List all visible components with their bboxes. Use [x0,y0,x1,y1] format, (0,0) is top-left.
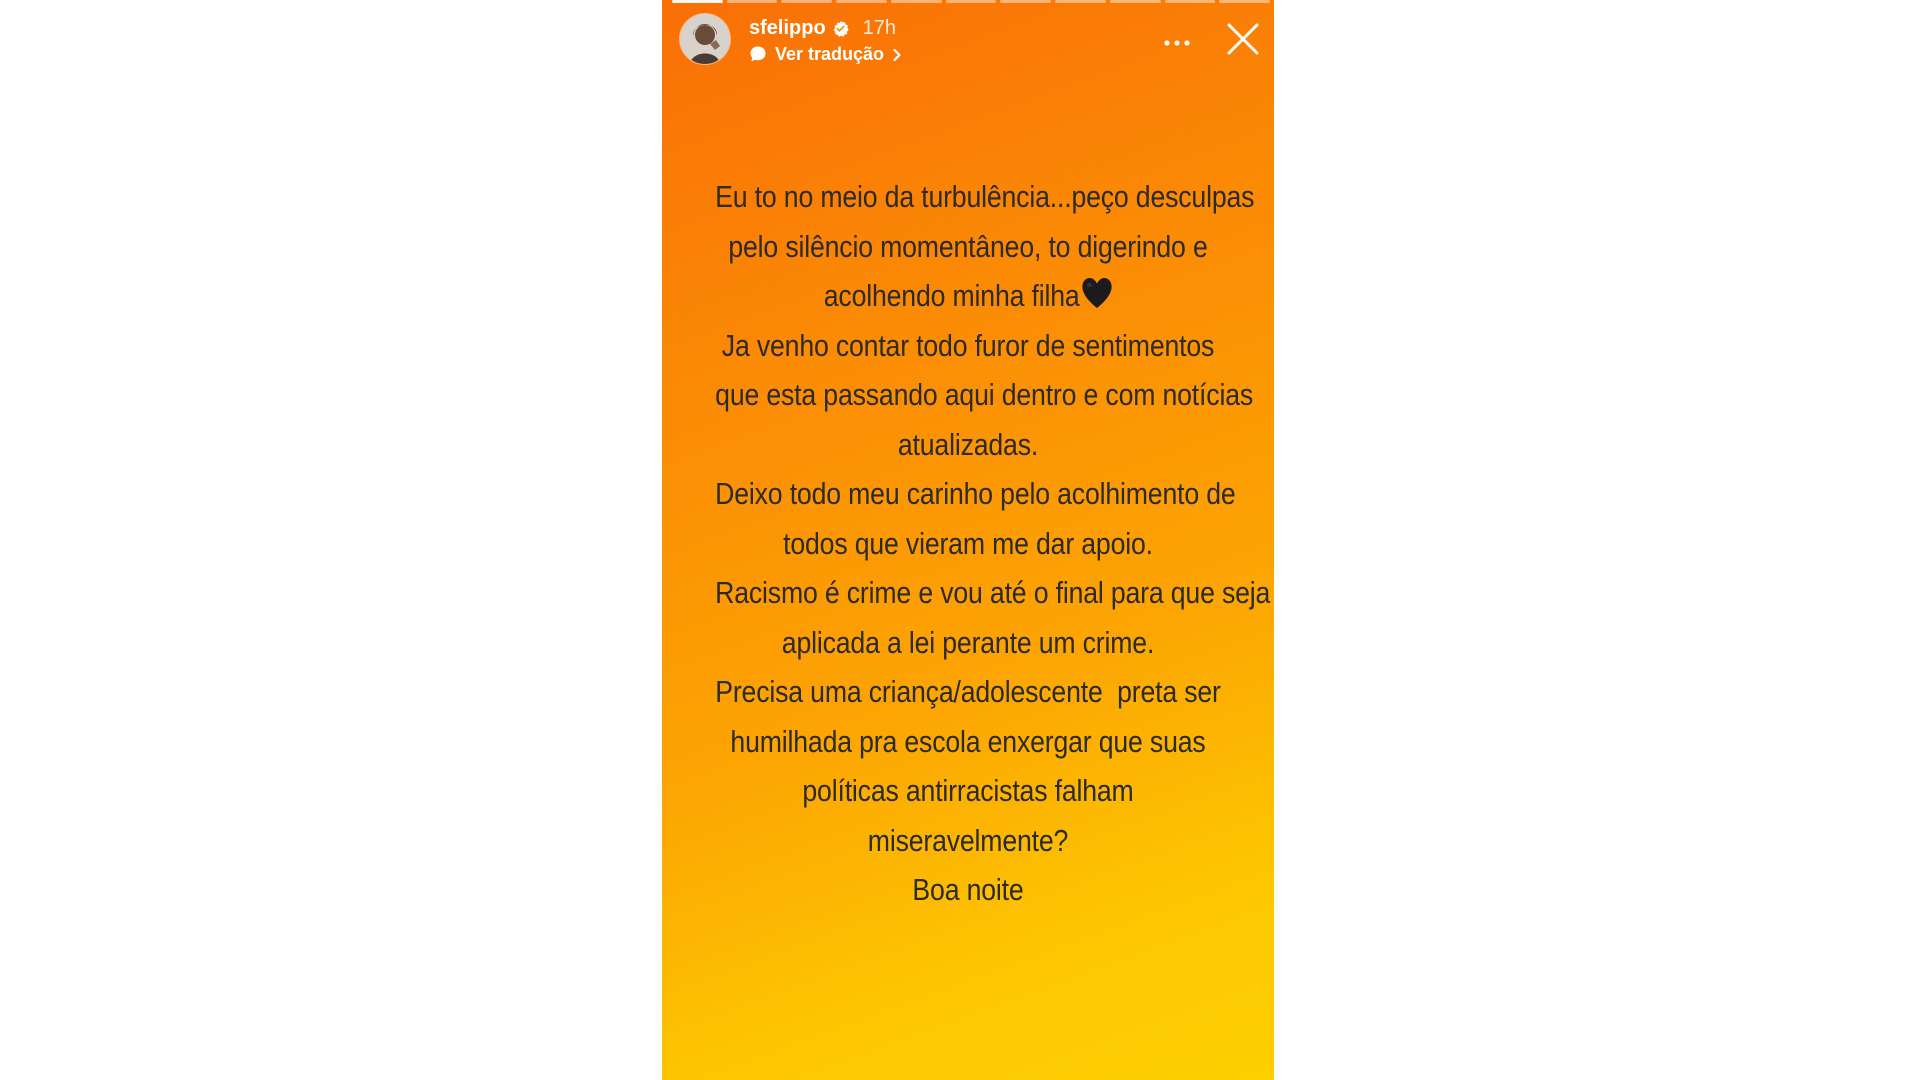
progress-segment [1164,0,1216,3]
story-line: Eu to no meio da turbulência...peço desc… [715,179,1255,214]
story-viewer[interactable]: sfelippo 17h Ver tradução Eu to no meio … [662,0,1274,1080]
progress-segment [726,0,778,3]
story-line: atualizadas. [897,426,1039,462]
progress-segment [1109,0,1161,3]
story-line: Precisa uma criança/adolescente preta se… [715,674,1221,709]
close-button[interactable] [1226,22,1260,56]
progress-segment [1000,0,1052,3]
story-line: acolhendo minha filha [715,271,1221,321]
page: sfelippo 17h Ver tradução Eu to no meio … [0,0,1920,1080]
user-info: sfelippo 17h [749,15,896,41]
story-progress-bar [672,0,1271,3]
story-line: políticas antirracistas falham [802,773,1134,808]
story-header: sfelippo 17h Ver tradução [680,14,1260,66]
progress-segment [781,0,833,3]
story-line: aplicada a lei perante um crime. [781,624,1155,660]
translate-label: Ver tradução [775,43,885,64]
progress-segment [836,0,887,3]
story-text: Eu to no meio da turbulência...peço desc… [715,172,1271,915]
story-line: que esta passando aqui dentro e com notí… [715,377,1254,412]
avatar[interactable] [680,14,730,64]
chevron-right-icon [892,47,902,62]
story-line: Boa noite [912,872,1024,907]
more-options-button[interactable] [1162,34,1192,46]
progress-segment [945,0,997,3]
black-heart-emoji-icon [1081,275,1112,308]
progress-segment [1219,0,1271,3]
more-dots-icon [1164,40,1190,46]
story-line: Deixo todo meu carinho pelo acolhimento … [715,476,1236,511]
story-line: todos que vieram me dar apoio. [783,525,1153,561]
progress-segment [890,0,942,3]
story-line: pelo silêncio momentâneo, to digerindo e [728,228,1208,264]
story-line-text: acolhendo minha filha [823,278,1080,313]
story-line: Ja venho contar todo furor de sentimento… [721,327,1215,363]
close-icon [1227,23,1259,55]
story-line: Racismo é crime e vou até o final para q… [715,575,1271,610]
story-line: miseravelmente? [867,822,1069,858]
story-line: humilhada pra escola enxergar que suas [730,723,1206,759]
username[interactable]: sfelippo [749,17,826,40]
translate-button[interactable]: Ver tradução [749,42,902,66]
verified-badge-icon [832,20,849,37]
speech-bubble-icon [749,45,767,63]
progress-segment [672,0,723,3]
progress-segment [1055,0,1106,3]
post-timestamp: 17h [862,16,897,39]
